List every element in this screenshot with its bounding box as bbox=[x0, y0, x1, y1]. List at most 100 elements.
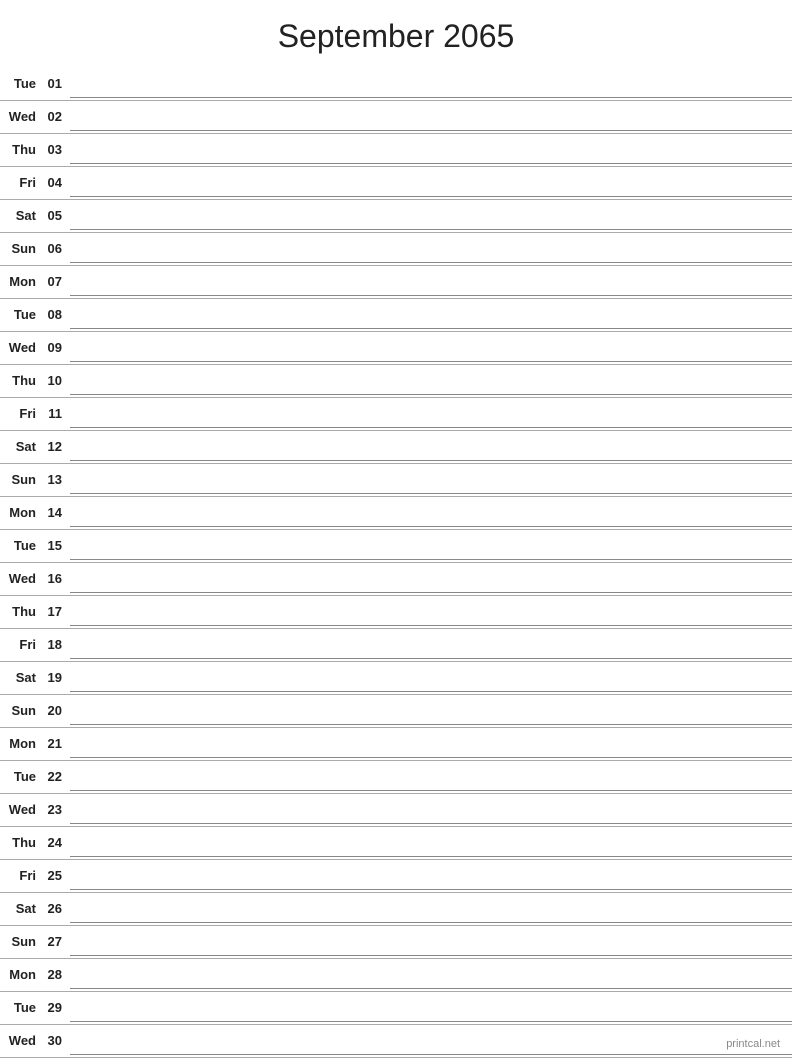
day-name: Sun bbox=[0, 925, 42, 958]
day-name: Fri bbox=[0, 628, 42, 661]
day-number: 12 bbox=[42, 430, 70, 463]
day-name: Thu bbox=[0, 595, 42, 628]
day-name: Wed bbox=[0, 793, 42, 826]
day-name: Sun bbox=[0, 694, 42, 727]
day-number: 20 bbox=[42, 694, 70, 727]
day-number: 04 bbox=[42, 166, 70, 199]
day-line bbox=[70, 298, 792, 331]
calendar-row: Wed16 bbox=[0, 562, 792, 595]
day-line bbox=[70, 67, 792, 100]
day-name: Wed bbox=[0, 331, 42, 364]
day-number: 24 bbox=[42, 826, 70, 859]
day-line bbox=[70, 397, 792, 430]
day-number: 19 bbox=[42, 661, 70, 694]
calendar-row: Thu10 bbox=[0, 364, 792, 397]
calendar-row: Sun20 bbox=[0, 694, 792, 727]
calendar-row: Fri18 bbox=[0, 628, 792, 661]
day-number: 09 bbox=[42, 331, 70, 364]
day-line bbox=[70, 727, 792, 760]
day-name: Tue bbox=[0, 760, 42, 793]
day-name: Fri bbox=[0, 397, 42, 430]
day-name: Mon bbox=[0, 958, 42, 991]
day-name: Sat bbox=[0, 199, 42, 232]
calendar-row: Tue29 bbox=[0, 991, 792, 1024]
day-number: 06 bbox=[42, 232, 70, 265]
day-name: Tue bbox=[0, 529, 42, 562]
calendar-row: Tue01 bbox=[0, 67, 792, 100]
calendar-row: Mon14 bbox=[0, 496, 792, 529]
day-number: 26 bbox=[42, 892, 70, 925]
day-name: Tue bbox=[0, 298, 42, 331]
day-line bbox=[70, 793, 792, 826]
calendar-table: Tue01Wed02Thu03Fri04Sat05Sun06Mon07Tue08… bbox=[0, 67, 792, 1058]
calendar-row: Wed23 bbox=[0, 793, 792, 826]
day-line bbox=[70, 826, 792, 859]
calendar-row: Wed02 bbox=[0, 100, 792, 133]
calendar-row: Fri11 bbox=[0, 397, 792, 430]
day-number: 30 bbox=[42, 1024, 70, 1057]
day-name: Mon bbox=[0, 496, 42, 529]
day-number: 01 bbox=[42, 67, 70, 100]
day-line bbox=[70, 100, 792, 133]
calendar-row: Mon21 bbox=[0, 727, 792, 760]
calendar-row: Tue08 bbox=[0, 298, 792, 331]
calendar-row: Mon07 bbox=[0, 265, 792, 298]
calendar-row: Wed09 bbox=[0, 331, 792, 364]
day-number: 08 bbox=[42, 298, 70, 331]
day-name: Wed bbox=[0, 562, 42, 595]
day-name: Sun bbox=[0, 232, 42, 265]
day-name: Wed bbox=[0, 1024, 42, 1057]
calendar-row: Tue15 bbox=[0, 529, 792, 562]
calendar-row: Sun27 bbox=[0, 925, 792, 958]
day-name: Fri bbox=[0, 859, 42, 892]
day-number: 07 bbox=[42, 265, 70, 298]
day-line bbox=[70, 661, 792, 694]
calendar-row: Sun13 bbox=[0, 463, 792, 496]
day-line bbox=[70, 331, 792, 364]
calendar-row: Sat19 bbox=[0, 661, 792, 694]
day-line bbox=[70, 166, 792, 199]
day-line bbox=[70, 265, 792, 298]
day-number: 25 bbox=[42, 859, 70, 892]
day-number: 29 bbox=[42, 991, 70, 1024]
day-name: Sat bbox=[0, 661, 42, 694]
day-line bbox=[70, 562, 792, 595]
calendar-row: Fri04 bbox=[0, 166, 792, 199]
day-line bbox=[70, 364, 792, 397]
day-name: Thu bbox=[0, 364, 42, 397]
day-name: Thu bbox=[0, 133, 42, 166]
watermark: printcal.net bbox=[726, 1038, 780, 1050]
day-line bbox=[70, 760, 792, 793]
calendar-row: Sat26 bbox=[0, 892, 792, 925]
day-number: 22 bbox=[42, 760, 70, 793]
calendar-row: Tue22 bbox=[0, 760, 792, 793]
day-number: 05 bbox=[42, 199, 70, 232]
day-name: Fri bbox=[0, 166, 42, 199]
day-line bbox=[70, 694, 792, 727]
calendar-row: Wed30 bbox=[0, 1024, 792, 1057]
day-number: 23 bbox=[42, 793, 70, 826]
calendar-row: Sat05 bbox=[0, 199, 792, 232]
day-number: 21 bbox=[42, 727, 70, 760]
day-name: Tue bbox=[0, 67, 42, 100]
day-line bbox=[70, 958, 792, 991]
day-line bbox=[70, 496, 792, 529]
day-number: 11 bbox=[42, 397, 70, 430]
calendar-row: Thu03 bbox=[0, 133, 792, 166]
day-number: 28 bbox=[42, 958, 70, 991]
day-number: 15 bbox=[42, 529, 70, 562]
calendar-row: Thu24 bbox=[0, 826, 792, 859]
page-title: September 2065 bbox=[0, 0, 792, 67]
day-line bbox=[70, 199, 792, 232]
day-name: Wed bbox=[0, 100, 42, 133]
day-number: 17 bbox=[42, 595, 70, 628]
day-number: 18 bbox=[42, 628, 70, 661]
day-name: Sat bbox=[0, 892, 42, 925]
day-line bbox=[70, 991, 792, 1024]
day-line bbox=[70, 430, 792, 463]
day-line bbox=[70, 232, 792, 265]
day-line bbox=[70, 463, 792, 496]
day-line bbox=[70, 133, 792, 166]
calendar-row: Mon28 bbox=[0, 958, 792, 991]
day-name: Mon bbox=[0, 265, 42, 298]
